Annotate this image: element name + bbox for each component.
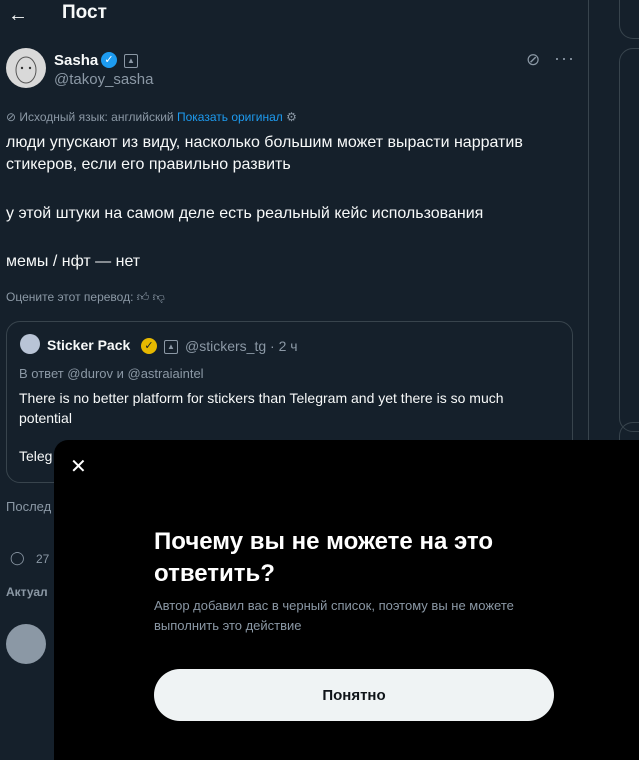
right-sidebar-card [619, 0, 639, 39]
user-avatar [6, 624, 46, 664]
settings-icon[interactable]: ⚙ [286, 110, 297, 124]
translation-info: ⊘ Исходный язык: английский Показать ори… [6, 110, 297, 124]
back-arrow-icon[interactable]: ← [8, 4, 28, 27]
reply-icon[interactable]: ◯ [10, 550, 25, 566]
close-icon[interactable]: ✕ [70, 454, 87, 479]
rate-translation-label: Оцените этот перевод: [6, 290, 134, 304]
grok-icon[interactable]: ⊘ [526, 50, 540, 70]
sort-relevant-fragment[interactable]: Актуал [6, 585, 48, 599]
quote-reply-to: В ответ @durov и @astraiaintel [19, 366, 204, 381]
affiliate-badge-icon: ▲ [124, 54, 138, 68]
quote-author-handle: @stickers_tg · 2 ч [185, 338, 298, 354]
affiliate-badge-icon: ▲ [164, 340, 178, 354]
thumbs-down-icon[interactable]: 👎︎ [153, 290, 165, 304]
quote-text-continued: Teleg [19, 448, 53, 464]
author-name[interactable]: Sasha [54, 52, 98, 69]
last-edited-fragment: Послед [6, 499, 52, 514]
author-avatar[interactable] [6, 48, 46, 88]
page-title: Пост [62, 2, 107, 23]
show-original-link[interactable]: Показать оригинал [177, 110, 283, 124]
blocked-reply-dialog: ✕ Почему вы не можете на это ответить? А… [54, 440, 639, 760]
replies-count: 27 [36, 552, 50, 566]
post-paragraph-2: у этой штуки на самом деле есть реальный… [6, 205, 484, 222]
ok-button[interactable]: Понятно [154, 669, 554, 721]
avatar-illustration [15, 56, 37, 84]
post-paragraph-3: мемы / нфт — нет [6, 253, 141, 270]
more-options-icon[interactable]: ··· [554, 48, 575, 69]
thumbs-up-icon[interactable]: 👍︎ [137, 290, 150, 304]
author-handle[interactable]: @takoy_sasha [54, 71, 153, 88]
rate-translation: Оцените этот перевод: 👍︎ 👎︎ [6, 290, 165, 305]
quote-author-name: Sticker Pack [47, 337, 131, 353]
translate-icon: ⊘ [6, 110, 17, 124]
quote-text: There is no better platform for stickers… [19, 390, 504, 426]
quote-author-avatar [20, 334, 40, 354]
verified-badge-icon: ✓ [141, 338, 157, 354]
dialog-description: Автор добавил вас в черный список, поэто… [154, 598, 514, 633]
post-paragraph-1: люди упускают из виду, насколько большим… [6, 134, 523, 173]
right-sidebar-card [619, 48, 639, 432]
verified-badge-icon: ✓ [101, 52, 117, 68]
source-language: Исходный язык: английский [19, 110, 174, 124]
dialog-title: Почему вы не можете на это ответить? [154, 528, 493, 587]
